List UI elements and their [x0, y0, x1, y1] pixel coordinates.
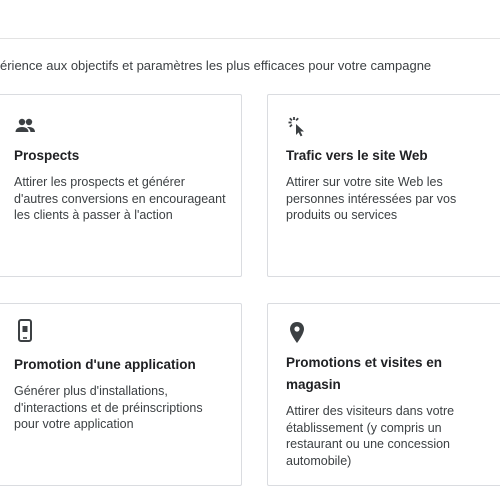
card-description: Générer plus d'installations, d'interact…: [14, 384, 203, 431]
card-description: Attirer les prospects et générer d'autre…: [14, 175, 226, 222]
location-pin-icon: [284, 320, 310, 346]
phone-app-icon: [12, 318, 38, 344]
people-icon: [12, 113, 38, 139]
card-description: Attirer des visiteurs dans votre établis…: [286, 404, 455, 468]
card-description: Attirer sur votre site Web les personnes…: [286, 175, 457, 222]
card-title: Prospects: [14, 148, 80, 163]
objective-card-prospects[interactable]: Prospects Attirer les prospects et génér…: [0, 94, 242, 277]
intro-text: érience aux objectifs et paramètres les …: [0, 58, 432, 73]
card-title: Promotion d'une application: [14, 357, 196, 372]
objective-card-visites-magasin[interactable]: Promotions et visites en magasin Attirer…: [267, 303, 500, 486]
objective-card-promotion-application[interactable]: Promotion d'une application Générer plus…: [0, 303, 242, 486]
top-divider: [0, 38, 500, 39]
card-title: Trafic vers le site Web: [286, 148, 428, 163]
objective-card-trafic-site-web[interactable]: Trafic vers le site Web Attirer sur votr…: [267, 94, 500, 277]
card-title: Promotions et visites en magasin: [286, 355, 443, 392]
cursor-click-icon: [284, 113, 310, 139]
